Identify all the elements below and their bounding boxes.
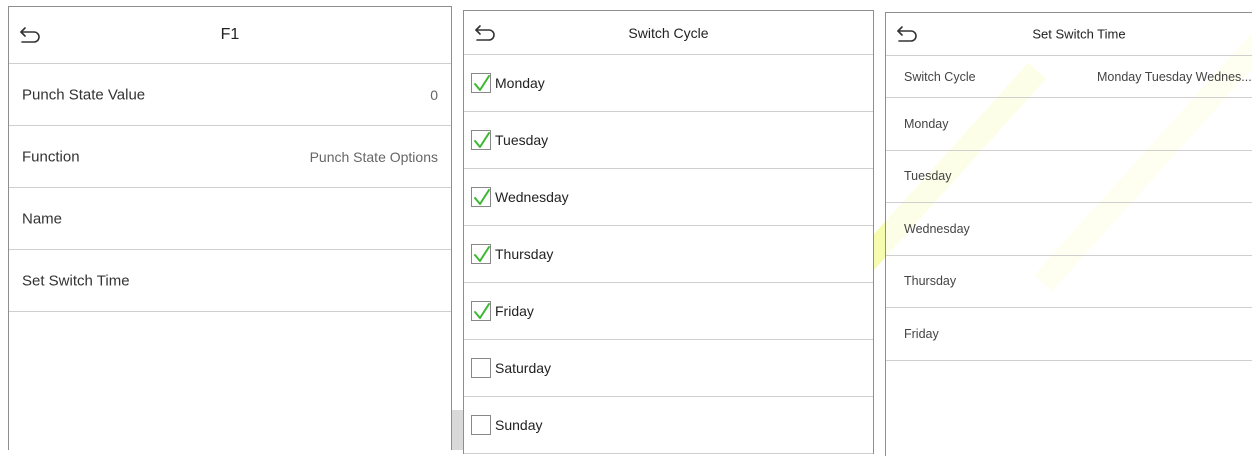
day-label: Wednesday: [495, 189, 569, 205]
day-label: Thursday: [495, 246, 554, 262]
page-title: Set Switch Time: [1032, 26, 1126, 42]
checkbox[interactable]: [471, 130, 491, 150]
set-switch-time-screen: Set Switch Time Switch Cycle Monday Tues…: [885, 12, 1252, 456]
menu-row-set-switch-time[interactable]: Set Switch Time: [9, 250, 451, 312]
header: F1: [9, 7, 451, 64]
menu-row-day[interactable]: Tuesday: [886, 151, 1252, 203]
checkmark-icon: [474, 189, 490, 205]
punch-state-screen: F1 Punch State Value 0 Function Punch St…: [8, 6, 452, 450]
day-label: Friday: [904, 326, 939, 341]
menu-row-day[interactable]: Friday: [886, 308, 1252, 361]
header: Set Switch Time: [886, 13, 1252, 56]
day-label: Tuesday: [904, 169, 952, 184]
day-label: Monday: [495, 75, 545, 91]
menu-row-day[interactable]: Wednesday: [886, 203, 1252, 256]
checkmark-icon: [474, 132, 490, 148]
menu-row-name[interactable]: Name: [9, 188, 451, 250]
checkbox[interactable]: [471, 244, 491, 264]
page-title: F1: [220, 26, 240, 43]
header: Switch Cycle: [464, 11, 873, 55]
menu-row-switch-cycle[interactable]: Switch Cycle Monday Tuesday Wednes...: [886, 56, 1252, 98]
row-value: 0: [430, 86, 438, 103]
row-label: Switch Cycle: [904, 69, 976, 84]
day-label: Wednesday: [904, 221, 970, 236]
checkbox[interactable]: [471, 73, 491, 93]
checkbox[interactable]: [471, 301, 491, 321]
switch-time-list: Switch Cycle Monday Tuesday Wednes... Mo…: [886, 56, 1252, 361]
switch-cycle-screen: Switch Cycle Monday Tuesday Wednesday Thurs…: [463, 10, 874, 454]
menu-row-function[interactable]: Function Punch State Options: [9, 126, 451, 188]
menu-row-day[interactable]: Thursday: [886, 256, 1252, 308]
day-checkbox-list: Monday Tuesday Wednesday Thursday Friday Satu…: [464, 55, 873, 454]
checkmark-icon: [474, 75, 490, 91]
day-checkbox-row[interactable]: Sunday: [464, 397, 873, 454]
day-label: Monday: [904, 116, 949, 131]
row-label: Punch State Value: [22, 86, 146, 103]
row-label: Set Switch Time: [22, 272, 130, 289]
menu-row-punch-state-value[interactable]: Punch State Value 0: [9, 64, 451, 126]
day-checkbox-row[interactable]: Saturday: [464, 340, 873, 397]
scroll-shadow: [452, 410, 463, 450]
day-checkbox-row[interactable]: Thursday: [464, 226, 873, 283]
checkmark-icon: [474, 246, 490, 262]
day-checkbox-row[interactable]: Wednesday: [464, 169, 873, 226]
row-value: Punch State Options: [309, 148, 438, 165]
row-value: Monday Tuesday Wednes...: [1097, 69, 1252, 84]
checkbox[interactable]: [471, 187, 491, 207]
day-checkbox-row[interactable]: Friday: [464, 283, 873, 340]
day-label: Tuesday: [495, 132, 549, 148]
day-label: Friday: [495, 303, 534, 319]
day-checkbox-row[interactable]: Monday: [464, 55, 873, 112]
checkbox[interactable]: [471, 415, 491, 435]
checkmark-icon: [474, 303, 490, 319]
day-checkbox-row[interactable]: Tuesday: [464, 112, 873, 169]
day-label: Saturday: [495, 360, 552, 376]
page-title: Switch Cycle: [628, 24, 709, 41]
day-label: Sunday: [495, 417, 543, 433]
row-label: Function: [22, 148, 80, 165]
row-label: Name: [22, 210, 63, 227]
menu-row-day[interactable]: Monday: [886, 98, 1252, 151]
checkbox[interactable]: [471, 358, 491, 378]
day-label: Thursday: [904, 274, 957, 289]
